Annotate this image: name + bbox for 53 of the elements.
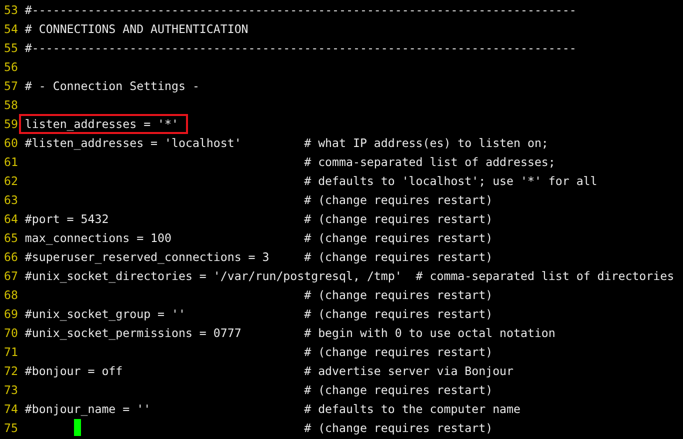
code-text: #------------------------------------------------------------------------------ [24, 40, 576, 54]
line-number: 66 [4, 250, 18, 264]
line-number: 64 [4, 212, 18, 226]
code-text: #------------------------------------------------------------------------------ [24, 2, 576, 16]
line-number: 53 [4, 2, 18, 16]
code-text: #unix_socket_group = '' [24, 306, 186, 320]
comment-text: # comma-separated list of addresses; [304, 154, 556, 168]
line-number: 73 [4, 382, 18, 396]
line-number: 69 [4, 306, 18, 320]
line-number: 75 [4, 420, 18, 434]
comment-text: # (change requires restart) [304, 230, 493, 244]
line-number: 68 [4, 288, 18, 302]
comment-text: # (change requires restart) [304, 192, 493, 206]
comment-text: # (change requires restart) [304, 306, 493, 320]
line-number: 58 [4, 98, 18, 112]
code-text: #bonjour_name = '' [24, 402, 151, 416]
code-text: listen_addresses = '*' [18, 114, 188, 134]
line-number: 55 [4, 40, 18, 54]
comment-text: # defaults to the computer name [304, 402, 520, 416]
code-text: #unix_socket_permissions = 0777 [24, 326, 242, 340]
code-text: #port = 5432 [24, 212, 109, 226]
code-text: # CONNECTIONS AND AUTHENTICATION [24, 22, 248, 36]
comment-text: # (change requires restart) [304, 344, 493, 358]
line-number: 54 [4, 22, 18, 36]
line-number: 71 [4, 344, 18, 358]
comment-text: # defaults to 'localhost'; use '*' for all [304, 174, 598, 188]
line-number: 57 [4, 78, 18, 92]
comment-text: # comma-separated list of directories [416, 268, 674, 282]
line-number: 56 [4, 60, 18, 74]
comment-text: # (change requires restart) [304, 250, 493, 264]
comment-text: # (change requires restart) [304, 288, 493, 302]
code-text: #superuser_reserved_connections = 3 [24, 250, 270, 264]
comment-text: # (change requires restart) [304, 212, 493, 226]
line-number: 65 [4, 230, 18, 244]
line-number: 74 [4, 402, 18, 416]
line-number: 59 [4, 116, 18, 130]
line-number: 63 [4, 192, 18, 206]
comment-text: # begin with 0 to use octal notation [304, 326, 556, 340]
line-number: 61 [4, 154, 18, 168]
comment-text: # (change requires restart) [304, 420, 493, 434]
line-number: 67 [4, 268, 18, 282]
code-text: # - Connection Settings - [24, 78, 200, 92]
comment-text: # (change requires restart) [304, 382, 493, 396]
code-text: #bonjour = off [24, 364, 123, 378]
code-text: #unix_socket_directories = '/var/run/postgresql, /tmp' [24, 268, 402, 282]
comment-text: # advertise server via Bonjour [304, 364, 514, 378]
line-number: 70 [4, 326, 18, 340]
line-number: 72 [4, 364, 18, 378]
line-number: 62 [4, 174, 18, 188]
comment-text: # what IP address(es) to listen on; [304, 136, 548, 150]
line-number: 60 [4, 136, 18, 150]
code-text: #listen_addresses = 'localhost' [24, 136, 242, 150]
code-text: max_connections = 100 [24, 230, 172, 244]
